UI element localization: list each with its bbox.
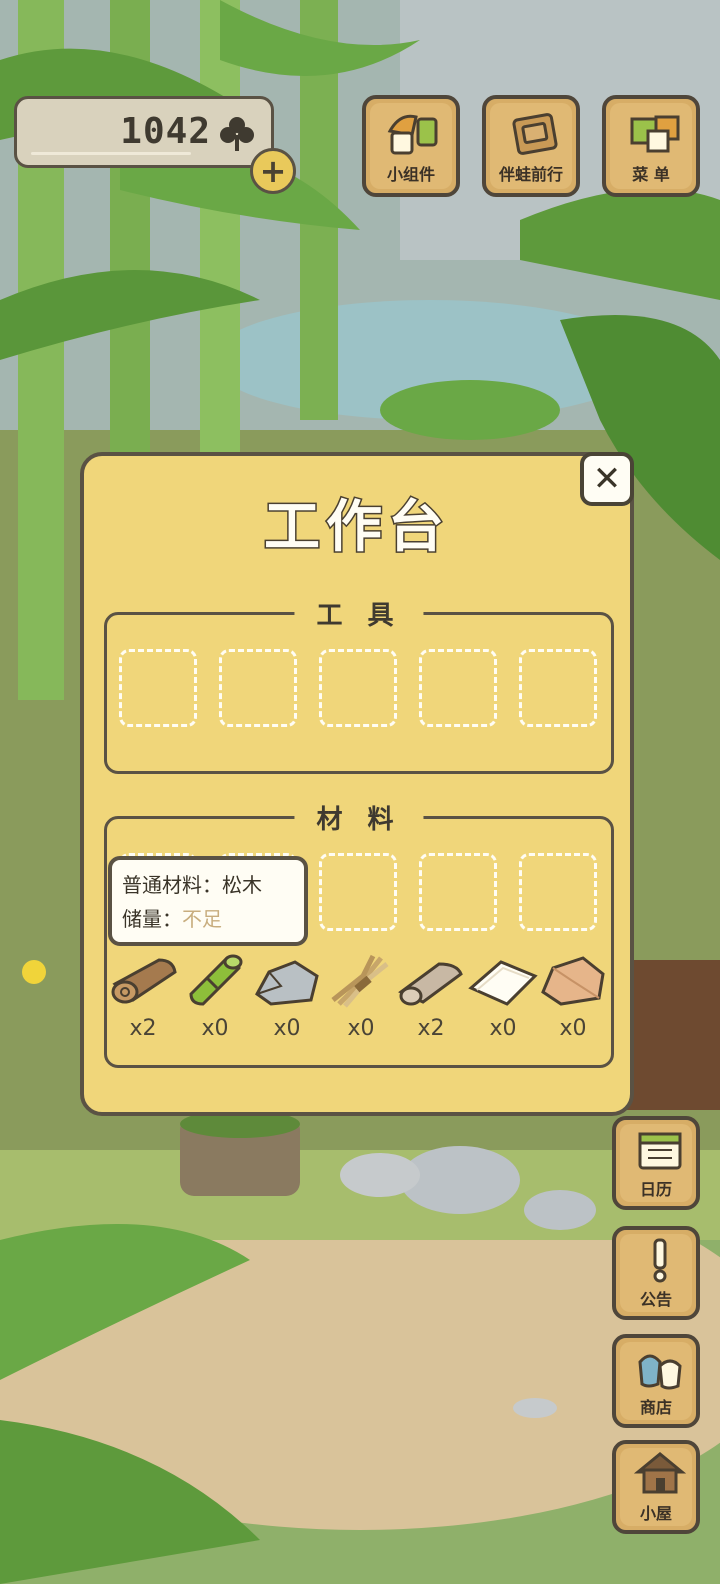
widget-button[interactable]: 小组件 [362, 95, 460, 197]
material-qty: x2 [417, 1016, 445, 1041]
shop-button[interactable]: 商店 [612, 1334, 700, 1428]
panel-title: 工作台 [263, 494, 450, 562]
material-straw[interactable]: x0 [324, 950, 398, 1041]
close-icon: ✕ [592, 459, 622, 499]
tool-slot[interactable] [419, 649, 497, 727]
cloth-roll-icon [398, 962, 463, 1006]
material-slot[interactable] [419, 853, 497, 931]
plus-icon: + [259, 152, 287, 190]
material-qty: x0 [273, 1016, 301, 1041]
tooltip-stock-label: 储量： [122, 907, 182, 931]
paper-icon [468, 960, 538, 1006]
material-qty: x0 [559, 1016, 587, 1041]
material-slot[interactable] [519, 853, 597, 931]
tool-slot[interactable] [219, 649, 297, 727]
widget-label: 小组件 [386, 165, 435, 184]
calendar-label: 日历 [639, 1180, 672, 1199]
material-stone[interactable]: x0 [250, 950, 324, 1041]
clover-counter: 1042 [14, 96, 274, 168]
tool-slot[interactable] [519, 649, 597, 727]
shop-label: 商店 [639, 1398, 672, 1417]
material-qty: x2 [129, 1016, 157, 1041]
widget-icon [387, 114, 438, 155]
exclamation-icon [653, 1238, 667, 1283]
frog-journey-button[interactable]: 伴蛙前行 [482, 95, 580, 197]
frog-journey-label: 伴蛙前行 [498, 165, 563, 184]
clover-amount: 1042 [120, 111, 211, 152]
materials-label: 材 料 [294, 799, 424, 836]
divider [31, 152, 191, 155]
material-cloth[interactable]: x2 [394, 950, 468, 1041]
bamboo-icon [189, 954, 243, 1006]
tooltip-stock-value: 不足 [182, 907, 222, 931]
straw-bundle-icon [331, 954, 389, 1008]
tooltip-stock: 储量：不足 [122, 902, 294, 936]
material-slot[interactable] [319, 853, 397, 931]
tool-slot[interactable] [319, 649, 397, 727]
pine-log-icon [111, 958, 177, 1004]
frog-journey-icon [512, 113, 558, 155]
calendar-button[interactable]: 日历 [612, 1116, 700, 1210]
house-label: 小屋 [639, 1504, 672, 1523]
notice-button[interactable]: 公告 [612, 1226, 700, 1320]
material-clay[interactable]: x0 [536, 950, 610, 1041]
material-tooltip: 普通材料：松木 储量：不足 [108, 856, 308, 946]
tool-slot[interactable] [119, 649, 197, 727]
material-bamboo[interactable]: x0 [178, 950, 252, 1041]
material-qty: x0 [201, 1016, 229, 1041]
material-qty: x0 [489, 1016, 517, 1041]
house-icon [634, 1452, 686, 1494]
menu-label: 菜 单 [632, 165, 670, 184]
add-clover-button[interactable]: + [250, 148, 296, 194]
material-pine-log[interactable]: x2 [106, 950, 180, 1041]
clay-icon [541, 956, 605, 1006]
material-qty: x0 [347, 1016, 375, 1041]
menu-button[interactable]: 菜 单 [602, 95, 700, 197]
tooltip-type: 普通材料：松木 [122, 873, 262, 897]
tools-label: 工 具 [294, 595, 424, 632]
stone-icon [255, 960, 319, 1006]
material-paper[interactable]: x0 [466, 950, 540, 1041]
calendar-icon [638, 1132, 682, 1170]
menu-icon [630, 115, 680, 153]
close-button[interactable]: ✕ [580, 452, 634, 506]
clover-icon [220, 117, 254, 151]
shop-bags-icon [638, 1354, 682, 1390]
tools-section: 工 具 [104, 595, 614, 774]
notice-label: 公告 [639, 1290, 672, 1309]
house-button[interactable]: 小屋 [612, 1440, 700, 1534]
